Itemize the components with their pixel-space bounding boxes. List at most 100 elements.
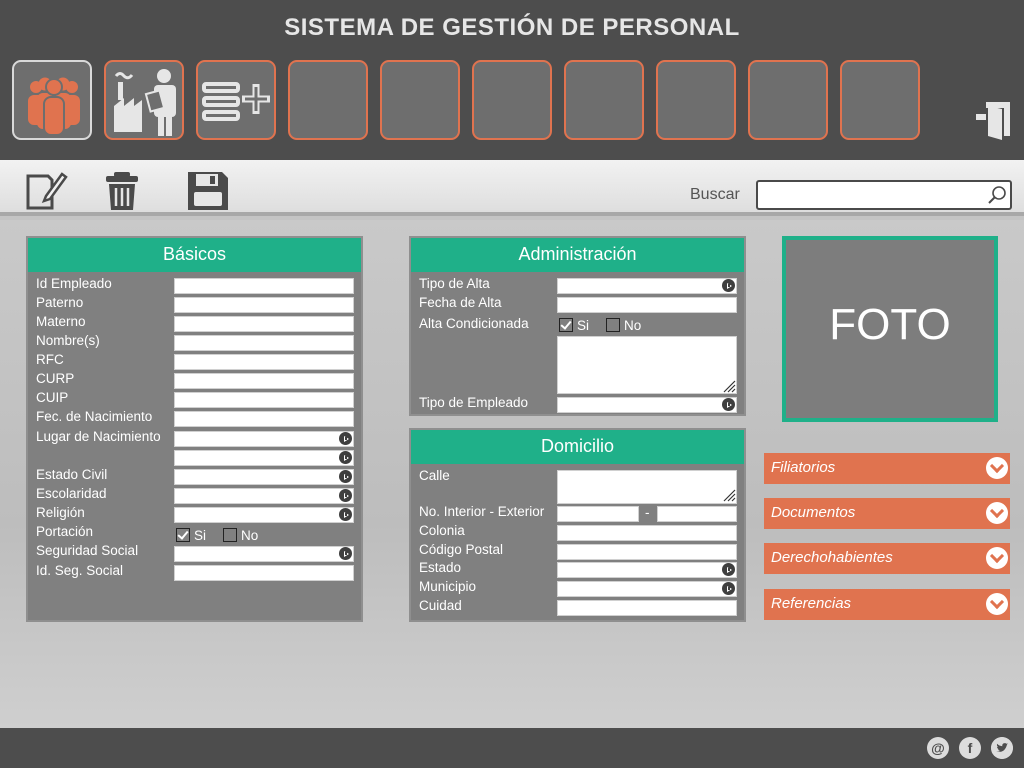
module-empty-button[interactable] (748, 60, 828, 140)
escolaridad-select[interactable] (174, 488, 354, 504)
curp-input[interactable] (174, 373, 354, 389)
search-icon[interactable] (986, 184, 1008, 206)
app-title: SISTEMA DE GESTIÓN DE PERSONAL (284, 14, 740, 41)
chevron-down-icon (986, 547, 1008, 569)
photo-label: FOTO (829, 300, 951, 349)
municipio-label: Municipio (419, 579, 477, 594)
portacion-label: Portación (36, 524, 94, 539)
add-list-icon (202, 82, 270, 121)
edit-icon[interactable] (22, 166, 70, 214)
tipo-alta-arrow-icon[interactable] (722, 279, 735, 292)
tipo-alta-select[interactable] (557, 278, 737, 294)
email-icon[interactable]: @ (927, 737, 949, 759)
alta-condicionada-si-label: Si (577, 318, 590, 333)
tipo-empleado-arrow-icon[interactable] (722, 398, 735, 411)
portacion-no-checkbox[interactable] (223, 528, 237, 542)
religion-label: Religión (36, 505, 85, 520)
paterno-label: Paterno (36, 295, 84, 310)
estado-select[interactable] (557, 562, 737, 578)
fec-nacimiento-label: Fec. de Nacimiento (36, 409, 153, 424)
religion-arrow-icon[interactable] (339, 508, 352, 521)
photo-placeholder[interactable]: FOTO (782, 236, 998, 422)
facebook-icon[interactable]: f (959, 737, 981, 759)
module-empty-button[interactable] (840, 60, 920, 140)
trash-icon[interactable] (98, 166, 146, 214)
module-empty-button[interactable] (656, 60, 736, 140)
portacion-si-checkbox[interactable] (176, 528, 190, 542)
codigo-postal-input[interactable] (557, 544, 737, 560)
module-personal-button[interactable] (12, 60, 92, 140)
chevron-down-icon (986, 593, 1008, 615)
basicos-title: Básicos (28, 238, 361, 272)
rfc-input[interactable] (174, 354, 354, 370)
no-interior-input[interactable] (557, 506, 639, 522)
save-icon[interactable] (184, 166, 232, 214)
colonia-input[interactable] (557, 525, 737, 541)
tipo-empleado-select[interactable] (557, 397, 737, 413)
estado-label: Estado (419, 560, 462, 575)
accordion-filiatorios[interactable]: Filiatorios (764, 453, 1010, 484)
alta-condicionada-no-checkbox[interactable] (606, 318, 620, 332)
accordion-documentos[interactable]: Documentos (764, 498, 1010, 529)
colonia-label: Colonia (419, 523, 465, 538)
resize-grip-icon[interactable] (722, 379, 736, 393)
paterno-input[interactable] (174, 297, 354, 313)
header: SISTEMA DE GESTIÓN DE PERSONAL (0, 0, 1024, 160)
accordion-label: Filiatorios (771, 459, 836, 476)
no-exterior-input[interactable] (657, 506, 737, 522)
no-int-ext-separator: - (645, 505, 650, 520)
twitter-icon[interactable] (991, 737, 1013, 759)
search-input[interactable] (760, 184, 982, 206)
accordion-derechohabientes[interactable]: Derechohabientes (764, 543, 1010, 574)
accordion-referencias[interactable]: Referencias (764, 589, 1010, 620)
calle-label: Calle (419, 468, 450, 483)
exit-icon[interactable] (972, 96, 1018, 142)
no-int-ext-label: No. Interior - Exterior (419, 504, 545, 519)
module-empresa-button[interactable] (104, 60, 184, 140)
nombres-label: Nombre(s) (36, 333, 100, 348)
cuip-label: CUIP (36, 390, 69, 405)
fec-nacimiento-input[interactable] (174, 411, 354, 427)
estado-arrow-icon[interactable] (722, 563, 735, 576)
lugar-nacimiento-2-select[interactable] (174, 450, 354, 466)
id-seg-social-input[interactable] (174, 565, 354, 581)
alta-condicionada-no-label: No (624, 318, 642, 333)
municipio-arrow-icon[interactable] (722, 582, 735, 595)
lugar-nacimiento-select[interactable] (174, 431, 354, 447)
module-empty-button[interactable] (472, 60, 552, 140)
administracion-panel: Administración Tipo de Alta Fecha de Alt… (409, 236, 746, 416)
lugar-nacimiento-arrow-icon[interactable] (339, 432, 352, 445)
alta-condicionada-textarea[interactable] (557, 336, 737, 394)
seguridad-social-select[interactable] (174, 546, 354, 562)
rfc-label: RFC (36, 352, 64, 367)
accordion-label: Documentos (771, 504, 856, 521)
cuidad-input[interactable] (557, 600, 737, 616)
calle-textarea[interactable] (557, 470, 737, 504)
id-empleado-input[interactable] (174, 278, 354, 294)
resize-grip-icon[interactable] (722, 488, 736, 502)
basicos-panel: Básicos Id Empleado Paterno Materno Nomb… (26, 236, 363, 622)
accordion-label: Derechohabientes (771, 549, 893, 566)
estado-civil-select[interactable] (174, 469, 354, 485)
id-seg-social-label: Id. Seg. Social (36, 563, 124, 578)
domicilio-panel: Domicilio Calle No. Interior - Exterior … (409, 428, 746, 622)
domicilio-title: Domicilio (411, 430, 744, 464)
nombres-input[interactable] (174, 335, 354, 351)
materno-input[interactable] (174, 316, 354, 332)
module-empty-button[interactable] (564, 60, 644, 140)
fecha-alta-input[interactable] (557, 297, 737, 313)
seguridad-social-arrow-icon[interactable] (339, 547, 352, 560)
lugar-nacimiento-2-arrow-icon[interactable] (339, 451, 352, 464)
module-empty-button[interactable] (380, 60, 460, 140)
module-empty-button[interactable] (288, 60, 368, 140)
seguridad-social-label: Seguridad Social (36, 543, 139, 558)
alta-condicionada-si-checkbox[interactable] (559, 318, 573, 332)
municipio-select[interactable] (557, 581, 737, 597)
tipo-empleado-label: Tipo de Empleado (419, 395, 529, 410)
cuip-input[interactable] (174, 392, 354, 408)
escolaridad-arrow-icon[interactable] (339, 489, 352, 502)
religion-select[interactable] (174, 507, 354, 523)
module-add-list-button[interactable] (196, 60, 276, 140)
search-box (756, 180, 1012, 210)
estado-civil-arrow-icon[interactable] (339, 470, 352, 483)
